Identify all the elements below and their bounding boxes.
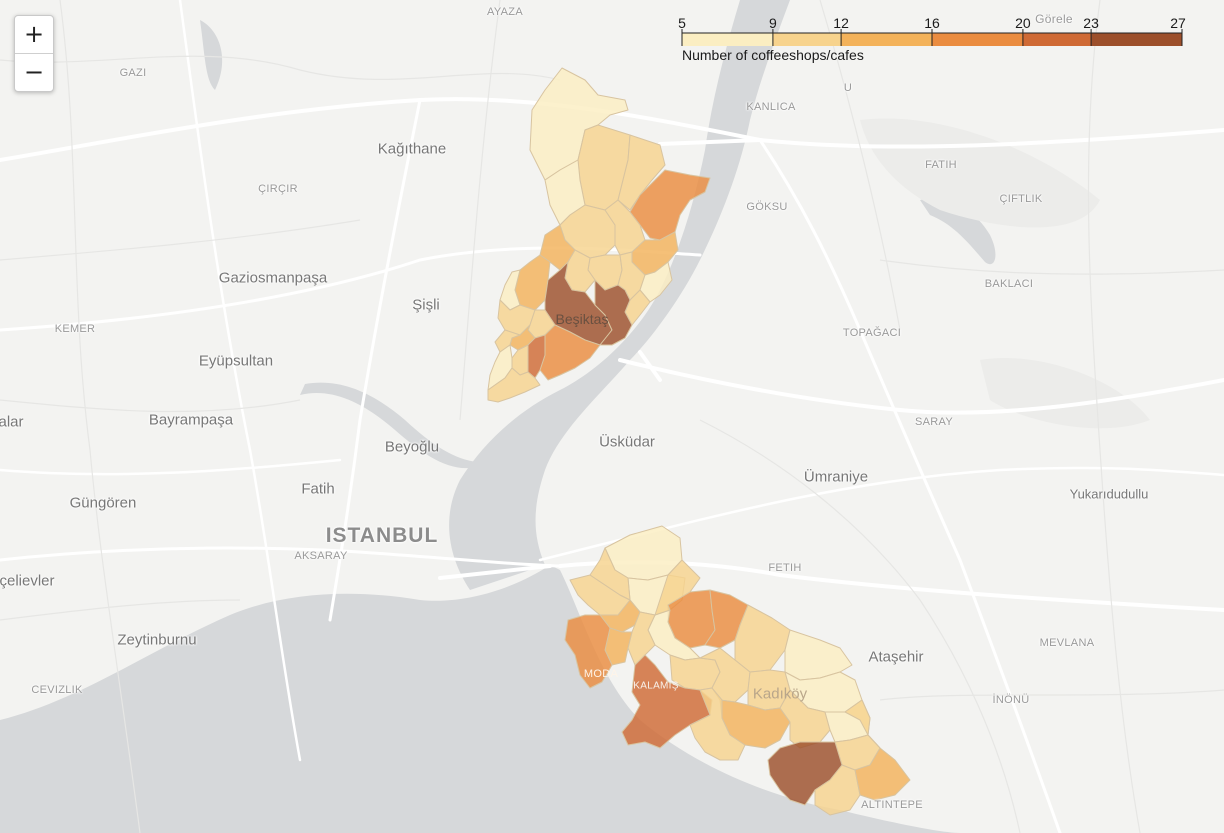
legend-tick-label: 23 (1083, 15, 1099, 31)
legend-title: Number of coffeeshops/cafes (682, 47, 864, 63)
zoom-out-button[interactable]: − (15, 53, 53, 91)
legend-tick-label: 5 (678, 15, 686, 31)
zoom-control: + − (14, 15, 54, 92)
legend-swatch (772, 33, 842, 46)
legend-color-scale: 5 9 12 16 20 23 27 (678, 15, 1186, 46)
map-canvas[interactable]: AYAZA Görele GAZI KANLICA U Kağıthane FA… (0, 0, 1224, 833)
legend: 5 9 12 16 20 23 27 Number of coffeeshops/cafes (672, 12, 1192, 68)
basemap (0, 0, 1224, 833)
legend-tick-label: 16 (924, 15, 940, 31)
legend-swatch (1022, 33, 1092, 46)
legend-swatch (1091, 33, 1182, 46)
legend-swatch (841, 33, 932, 46)
legend-tick-label: 12 (833, 15, 849, 31)
legend-swatch (682, 33, 773, 46)
zoom-in-button[interactable]: + (15, 16, 53, 53)
legend-tick-label: 9 (769, 15, 777, 31)
legend-tick-label: 27 (1170, 15, 1186, 31)
legend-tick-label: 20 (1015, 15, 1031, 31)
legend-swatch (932, 33, 1023, 46)
